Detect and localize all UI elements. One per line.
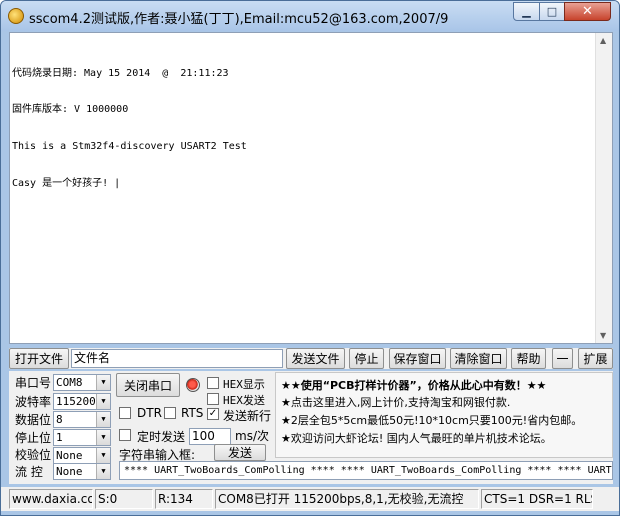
vertical-scrollbar[interactable]: ▲ ▼ bbox=[595, 33, 612, 343]
hex-send-label: HEX发送 bbox=[223, 394, 265, 407]
timed-send-label: 定时发送 bbox=[137, 430, 186, 444]
receive-line: 固件库版本: V 1000000 bbox=[12, 104, 129, 116]
flow-control-select[interactable]: None ▼ bbox=[53, 463, 111, 480]
close-icon: ✕ bbox=[582, 4, 593, 19]
status-sent-count: S:0 bbox=[95, 489, 153, 509]
interval-unit-label: ms/次 bbox=[235, 429, 269, 443]
timed-send-checkbox[interactable] bbox=[119, 429, 131, 441]
minimize-icon: ▁ bbox=[522, 5, 531, 18]
baud-select[interactable]: 115200 ▼ bbox=[53, 393, 111, 410]
minimize-button[interactable]: ▁ bbox=[513, 2, 540, 21]
settings-panel: 串口号 COM8 ▼ 波特率 115200 ▼ 数据位 8 ▼ 停止位 1 ▼ 校验位 … bbox=[9, 371, 613, 484]
status-port-state: COM8已打开 115200bps,8,1,无校验,无流控 bbox=[215, 489, 479, 509]
chevron-down-icon[interactable]: ▼ bbox=[96, 412, 110, 427]
chevron-down-icon[interactable]: ▼ bbox=[96, 448, 110, 463]
stop-bits-value: 1 bbox=[56, 431, 63, 444]
port-value: COM8 bbox=[56, 376, 83, 389]
expand-button[interactable]: 扩展 bbox=[578, 348, 613, 369]
stop-button[interactable]: 停止 bbox=[349, 348, 384, 369]
main-window: sscom4.2测试版,作者:聂小猛(丁丁),Email:mcu52@163.c… bbox=[0, 0, 620, 516]
status-site[interactable]: www.daxia.co bbox=[9, 489, 93, 509]
dtr-checkbox[interactable] bbox=[119, 407, 131, 419]
clear-window-button[interactable]: 清除窗口 bbox=[450, 348, 507, 369]
ad-line[interactable]: ★2层全包5*5cm最低50元!10*10cm只要100元!省内包邮。 bbox=[281, 412, 582, 428]
dtr-label: DTR bbox=[137, 406, 162, 420]
chevron-down-icon[interactable]: ▼ bbox=[96, 394, 110, 409]
hex-display-label: HEX显示 bbox=[223, 378, 265, 391]
receive-text: 代码烧录日期: May 15 2014 @ 21:11:23 固件库版本: V … bbox=[12, 43, 592, 215]
port-label: 串口号 bbox=[15, 376, 52, 390]
stop-bits-label: 停止位 bbox=[15, 431, 52, 445]
port-select[interactable]: COM8 ▼ bbox=[53, 374, 111, 391]
baud-value: 115200 bbox=[56, 395, 96, 408]
window-title: sscom4.2测试版,作者:聂小猛(丁丁),Email:mcu52@163.c… bbox=[29, 12, 449, 27]
file-name-field[interactable]: 文件名 bbox=[71, 349, 283, 368]
hex-send-checkbox[interactable] bbox=[207, 393, 219, 405]
parity-label: 校验位 bbox=[15, 448, 52, 462]
send-file-button[interactable]: 发送文件 bbox=[286, 348, 345, 369]
receive-line: This is a Stm32f4-discovery USART2 Test bbox=[12, 141, 247, 153]
stop-bits-select[interactable]: 1 ▼ bbox=[53, 429, 111, 446]
chevron-down-icon[interactable]: ▼ bbox=[96, 464, 110, 479]
checkmark-icon: ✓ bbox=[208, 408, 218, 419]
data-bits-select[interactable]: 8 ▼ bbox=[53, 411, 111, 428]
scroll-down-icon[interactable]: ▼ bbox=[600, 331, 606, 340]
send-newline-checkbox[interactable]: ✓ bbox=[207, 408, 219, 420]
help-button[interactable]: 帮助 bbox=[511, 348, 546, 369]
receive-line: 代码烧录日期: May 15 2014 @ 21:11:23 bbox=[12, 67, 229, 79]
close-button[interactable]: ✕ bbox=[564, 2, 611, 21]
scroll-up-icon[interactable]: ▲ bbox=[600, 36, 606, 45]
send-button[interactable]: 发送 bbox=[214, 444, 266, 461]
data-bits-label: 数据位 bbox=[15, 413, 52, 427]
ad-panel: ★★使用“PCB打样计价器”，价格从此心中有数！★★ ★点击这里进入,网上计价,… bbox=[275, 372, 613, 458]
rts-checkbox[interactable] bbox=[164, 407, 176, 419]
receive-textarea[interactable]: 代码烧录日期: May 15 2014 @ 21:11:23 固件库版本: V … bbox=[9, 32, 613, 344]
status-bar: www.daxia.co S:0 R:134 COM8已打开 115200bps… bbox=[1, 487, 619, 511]
parity-select[interactable]: None ▼ bbox=[53, 447, 111, 464]
ad-line[interactable]: ★欢迎访问大虾论坛! 国内人气最旺的单片机技术论坛。 bbox=[281, 430, 552, 446]
app-icon bbox=[8, 8, 24, 24]
chevron-down-icon[interactable]: ▼ bbox=[96, 430, 110, 445]
data-bits-value: 8 bbox=[56, 413, 63, 426]
collapse-button[interactable]: 一 bbox=[552, 348, 573, 369]
chevron-down-icon[interactable]: ▼ bbox=[96, 375, 110, 390]
rts-label: RTS bbox=[181, 406, 204, 420]
send-newline-label: 发送新行 bbox=[223, 409, 272, 423]
close-port-button[interactable]: 关闭串口 bbox=[116, 373, 180, 397]
flow-control-label: 流 控 bbox=[15, 465, 43, 479]
flow-control-value: None bbox=[56, 465, 83, 478]
port-status-led-icon bbox=[186, 378, 200, 392]
save-window-button[interactable]: 保存窗口 bbox=[389, 348, 446, 369]
title-bar[interactable]: sscom4.2测试版,作者:聂小猛(丁丁),Email:mcu52@163.c… bbox=[1, 1, 619, 31]
status-received-count: R:134 bbox=[155, 489, 213, 509]
status-line-signals: CTS=1 DSR=1 RLSD bbox=[481, 489, 593, 509]
ad-line[interactable]: ★★使用“PCB打样计价器”，价格从此心中有数！★★ bbox=[281, 377, 546, 393]
ad-line[interactable]: ★点击这里进入,网上计价,支持淘宝和网银付款. bbox=[281, 394, 510, 410]
receive-line: Casy 是一个好孩子! | bbox=[12, 178, 121, 190]
file-toolbar: 打开文件 文件名 发送文件 停止 保存窗口 清除窗口 帮助 一 扩展 bbox=[9, 348, 613, 369]
maximize-icon: □ bbox=[546, 5, 558, 18]
maximize-button[interactable]: □ bbox=[539, 2, 565, 21]
baud-label: 波特率 bbox=[15, 395, 52, 409]
send-input[interactable]: **** UART_TwoBoards_ComPolling **** ****… bbox=[119, 461, 613, 480]
hex-display-checkbox[interactable] bbox=[207, 377, 219, 389]
open-file-button[interactable]: 打开文件 bbox=[9, 348, 69, 369]
interval-input[interactable]: 100 bbox=[189, 428, 231, 445]
parity-value: None bbox=[56, 449, 83, 462]
